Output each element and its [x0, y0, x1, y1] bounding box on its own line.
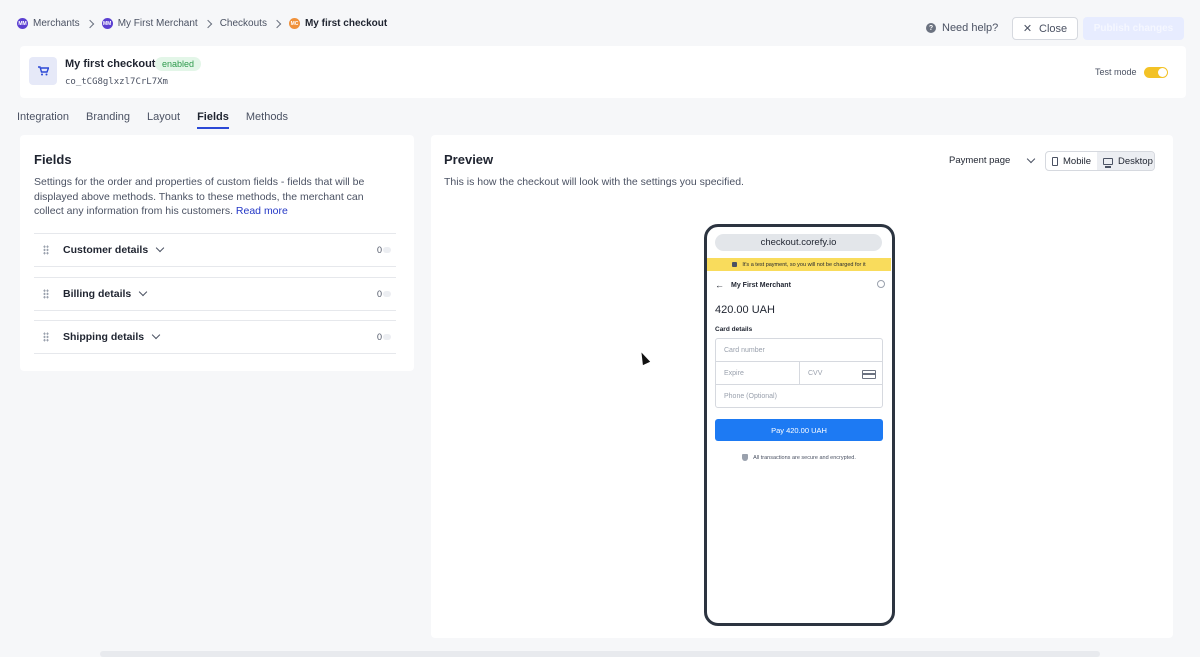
secure-note-text: All transactions are secure and encrypte… — [753, 454, 856, 461]
page-select-value: Payment page — [949, 155, 1011, 166]
tab-fields[interactable]: Fields — [197, 111, 229, 129]
preview-description: This is how the checkout will look with … — [444, 176, 744, 188]
checkout-header: My first checkout enabled co_tCG8glxzl7C… — [20, 46, 1186, 98]
checkout-id: co_tCG8glxzl7CrL7Xm — [65, 77, 168, 87]
card-details-label: Card details — [715, 326, 753, 333]
breadcrumb-merchants[interactable]: MM Merchants — [17, 18, 80, 29]
chevron-down-icon — [139, 287, 148, 297]
section-shipping-details[interactable]: Shipping details 0 — [34, 320, 396, 354]
phone-preview: checkout.corefy.io It's a test payment, … — [704, 224, 895, 626]
status-badge: enabled — [155, 57, 202, 71]
section-label: Billing details — [63, 288, 132, 300]
user-icon — [732, 262, 738, 267]
chevron-right-icon — [203, 19, 212, 28]
phone-input[interactable]: Phone (Optional) — [715, 384, 883, 408]
device-toggle: Mobile Desktop — [1045, 151, 1155, 171]
fields-title: Fields — [34, 152, 72, 167]
breadcrumb: MM Merchants MM My First Merchant Checko… — [17, 18, 387, 29]
tab-branding[interactable]: Branding — [86, 111, 130, 129]
horizontal-scrollbar[interactable] — [100, 651, 1100, 657]
card-number-input[interactable]: Card number — [715, 338, 883, 362]
breadcrumb-label: Checkouts — [219, 18, 267, 29]
publish-changes-button[interactable]: Publish changes — [1083, 17, 1184, 40]
tab-layout[interactable]: Layout — [147, 111, 180, 129]
test-payment-banner: It's a test payment, so you will not be … — [707, 258, 891, 271]
shield-icon — [742, 454, 749, 461]
breadcrumb-label: My First Merchant — [117, 18, 198, 29]
close-icon: ✕ — [1022, 23, 1033, 35]
fields-description-text: Settings for the order and properties of… — [34, 176, 365, 217]
url-bar: checkout.corefy.io — [715, 234, 882, 251]
close-label: Close — [1039, 22, 1068, 35]
fields-description: Settings for the order and properties of… — [34, 175, 394, 219]
chevron-right-icon — [85, 19, 94, 28]
cvv-placeholder: CVV — [808, 369, 823, 377]
drag-handle-icon[interactable] — [43, 332, 49, 342]
drag-handle-icon[interactable] — [43, 289, 49, 299]
test-mode-label: Test mode — [1095, 67, 1137, 77]
breadcrumb-checkouts[interactable]: Checkouts — [220, 18, 267, 29]
chevron-down-icon — [1027, 154, 1036, 163]
merchants-avatar: MM — [17, 18, 28, 29]
question-icon: ? — [926, 23, 936, 33]
cvv-input[interactable]: CVV — [799, 361, 883, 385]
section-count: 0 — [376, 289, 392, 299]
breadcrumb-merchant[interactable]: MM My First Merchant — [101, 18, 198, 29]
toggle-knob — [1158, 68, 1167, 77]
mobile-icon — [1052, 156, 1058, 166]
device-mobile-label: Mobile — [1063, 155, 1091, 167]
section-count: 0 — [376, 245, 392, 255]
breadcrumb-current: MC My first checkout — [288, 18, 388, 29]
secure-note: All transactions are secure and encrypte… — [707, 454, 891, 461]
section-label: Customer details — [63, 244, 149, 256]
merchant-name: My First Merchant — [731, 281, 791, 289]
help-link[interactable]: ? Need help? — [926, 22, 998, 34]
tab-methods[interactable]: Methods — [246, 111, 288, 129]
checkout-title: My first checkout — [65, 58, 156, 70]
help-label: Need help? — [942, 22, 999, 34]
test-banner-text: It's a test payment, so you will not be … — [742, 261, 866, 268]
tab-integration[interactable]: Integration — [17, 111, 69, 129]
section-label: Shipping details — [63, 331, 145, 343]
preview-title: Preview — [444, 152, 494, 167]
drag-handle-icon[interactable] — [43, 245, 49, 255]
checkout-avatar: MC — [288, 18, 300, 29]
chevron-right-icon — [272, 19, 282, 28]
device-mobile-button[interactable]: Mobile — [1046, 152, 1097, 170]
preview-panel: Preview This is how the checkout will lo… — [431, 135, 1173, 638]
globe-icon[interactable] — [877, 280, 885, 288]
breadcrumb-label: Merchants — [33, 18, 80, 29]
payment-amount: 420.00 UAH — [715, 304, 775, 316]
merchant-avatar: MM — [101, 18, 113, 29]
cart-icon — [29, 57, 57, 85]
desktop-icon — [1103, 157, 1113, 168]
close-button[interactable]: ✕ Close — [1012, 17, 1078, 40]
device-desktop-label: Desktop — [1118, 155, 1153, 167]
merchant-row: ← My First Merchant — [715, 280, 885, 290]
card-icon — [862, 370, 876, 379]
top-bar: MM Merchants MM My First Merchant Checko… — [0, 0, 1200, 52]
chevron-down-icon — [155, 243, 165, 253]
read-more-link[interactable]: Read more — [236, 205, 288, 217]
device-desktop-button[interactable]: Desktop — [1097, 152, 1154, 170]
breadcrumb-label: My first checkout — [304, 18, 388, 29]
test-mode-toggle[interactable] — [1144, 67, 1168, 78]
section-billing-details[interactable]: Billing details 0 — [34, 277, 396, 311]
pay-button[interactable]: Pay 420.00 UAH — [715, 419, 883, 441]
chevron-down-icon — [151, 330, 161, 340]
fields-panel: Fields Settings for the order and proper… — [20, 135, 414, 371]
tab-bar: Integration Branding Layout Fields Metho… — [17, 111, 305, 129]
expire-input[interactable]: Expire — [715, 361, 800, 385]
section-customer-details[interactable]: Customer details 0 — [34, 233, 396, 267]
back-arrow-icon[interactable]: ← — [715, 280, 724, 290]
page-select[interactable]: Payment page — [949, 154, 1036, 166]
section-count: 0 — [376, 332, 392, 342]
